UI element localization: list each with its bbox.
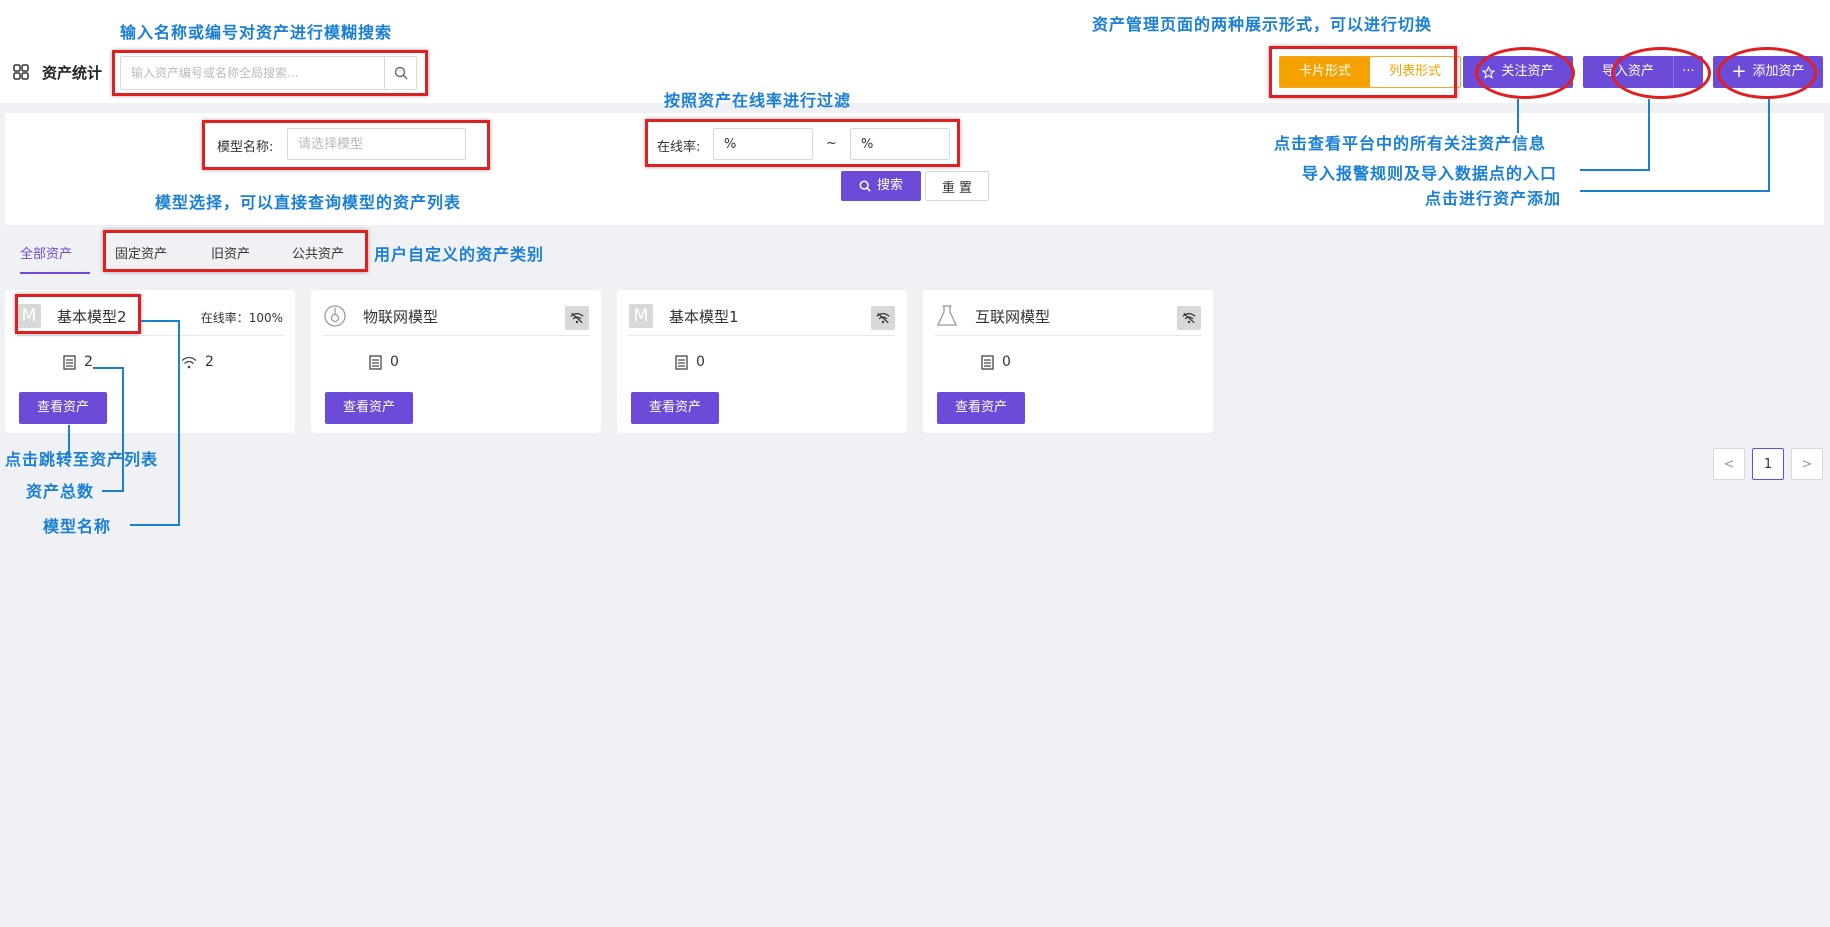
flask-icon <box>936 305 958 326</box>
card-divider <box>323 335 589 336</box>
online-rate: 在线率：100% <box>200 311 283 325</box>
server-icon <box>675 354 688 370</box>
letter-m-icon: M <box>629 304 653 328</box>
view-assets-button[interactable]: 查看资产 <box>19 392 107 424</box>
annotation-model-name: 模型名称 <box>43 517 112 536</box>
offline-wifi-icon <box>565 306 589 330</box>
highlight-import <box>1611 47 1711 99</box>
annotation-total-count: 资产总数 <box>26 482 95 501</box>
view-assets-button[interactable]: 查看资产 <box>631 392 719 424</box>
highlight-add <box>1717 47 1817 99</box>
model-card: 物联网模型 0 查看资产 <box>311 290 601 433</box>
iot-icon <box>324 305 346 327</box>
model-name: 物联网模型 <box>363 308 439 326</box>
model-name: 互联网模型 <box>975 308 1051 326</box>
card-divider <box>935 335 1201 336</box>
prev-page-button[interactable]: < <box>1713 448 1745 480</box>
server-icon <box>981 354 994 370</box>
annotation-model-select: 模型选择，可以直接查询模型的资产列表 <box>155 193 462 212</box>
annotation-categories: 用户自定义的资产类别 <box>374 245 545 264</box>
total-count: 0 <box>390 354 399 370</box>
connector-line <box>130 524 180 526</box>
total-count: 0 <box>1002 354 1011 370</box>
grid-icon <box>13 64 29 80</box>
connector-line <box>178 320 180 525</box>
highlight-tabs <box>103 230 368 272</box>
connector-line <box>1517 99 1519 133</box>
active-tab-indicator <box>20 272 90 274</box>
card-divider <box>17 335 283 336</box>
server-icon <box>63 354 76 370</box>
connector-line <box>1648 99 1650 170</box>
online-count: 2 <box>205 354 214 370</box>
offline-wifi-icon <box>1177 306 1201 330</box>
total-stat: 0 <box>369 354 399 370</box>
total-stat: 0 <box>675 354 705 370</box>
page-1-button[interactable]: 1 <box>1752 448 1784 480</box>
connector-line <box>122 367 124 491</box>
connector-line <box>1580 190 1770 192</box>
search-icon <box>859 180 871 192</box>
model-card: 互联网模型 0 查看资产 <box>923 290 1213 433</box>
reset-button[interactable]: 重 置 <box>925 171 989 201</box>
annotation-follow: 点击查看平台中的所有关注资产信息 <box>1274 134 1547 153</box>
annotation-rate-filter: 按照资产在线率进行过滤 <box>664 91 852 110</box>
card-divider <box>629 335 895 336</box>
total-stat: 0 <box>981 354 1011 370</box>
view-assets-button[interactable]: 查看资产 <box>937 392 1025 424</box>
tab-all-assets[interactable]: 全部资产 <box>20 243 72 262</box>
server-icon <box>369 354 382 370</box>
annotation-search: 输入名称或编号对资产进行模糊搜索 <box>120 23 393 42</box>
highlight-model-name <box>15 294 141 334</box>
total-stat: 2 <box>63 354 93 370</box>
highlight-rate-filter <box>645 119 960 167</box>
highlight-model-select <box>202 120 490 170</box>
highlight-view-toggle <box>1269 46 1457 98</box>
connector-line <box>1768 99 1770 191</box>
annotation-add: 点击进行资产添加 <box>1425 189 1562 208</box>
connector-line <box>141 320 179 322</box>
view-assets-button[interactable]: 查看资产 <box>325 392 413 424</box>
annotation-import: 导入报警规则及导入数据点的入口 <box>1302 164 1558 183</box>
highlight-follow <box>1475 47 1575 99</box>
page-title: 资产统计 <box>42 64 103 82</box>
total-count: 2 <box>84 354 93 370</box>
connector-line <box>93 367 123 369</box>
wifi-icon <box>181 356 197 368</box>
highlight-search <box>112 50 428 96</box>
connector-line <box>1580 169 1650 171</box>
filter-search-button[interactable]: 搜索 <box>841 171 921 201</box>
model-name: 基本模型1 <box>669 308 739 326</box>
filter-search-label: 搜索 <box>876 178 903 193</box>
annotation-view-mode: 资产管理页面的两种展示形式，可以进行切换 <box>1092 15 1433 34</box>
next-page-button[interactable]: > <box>1791 448 1823 480</box>
model-card: M 基本模型1 0 查看资产 <box>617 290 907 433</box>
total-count: 0 <box>696 354 705 370</box>
offline-wifi-icon <box>871 306 895 330</box>
online-stat: 2 <box>181 354 214 370</box>
annotation-view-assets: 点击跳转至资产列表 <box>5 450 159 469</box>
connector-line <box>102 490 124 492</box>
